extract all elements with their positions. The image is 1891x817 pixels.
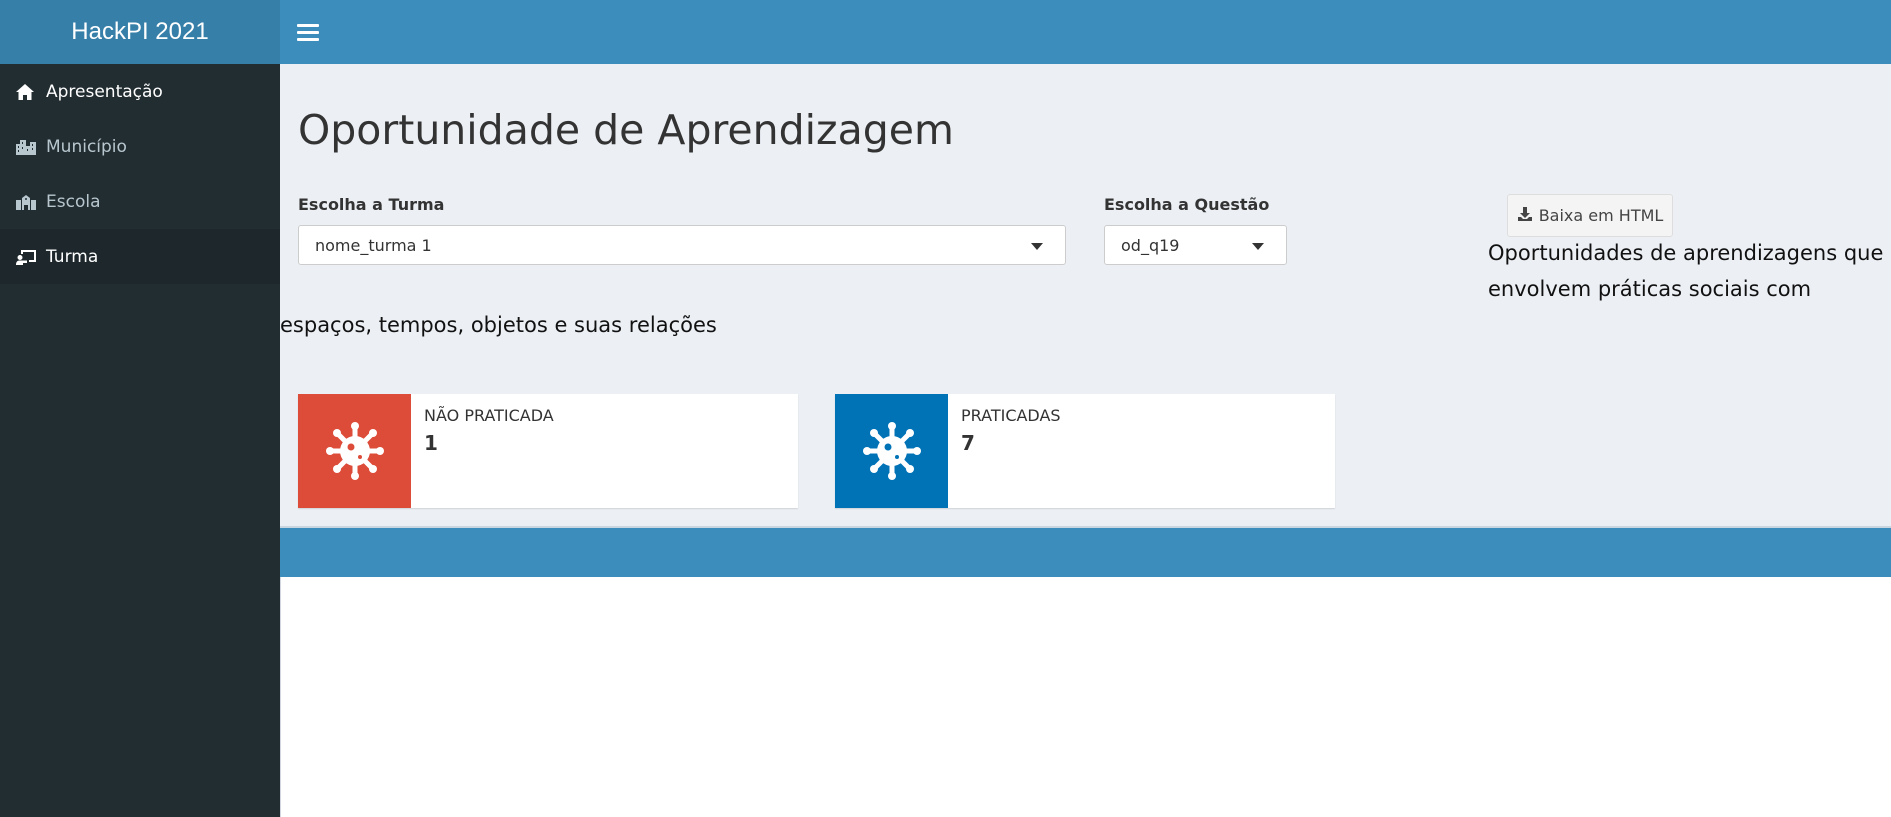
sidebar-item-municipio[interactable]: Município <box>0 119 280 174</box>
infobox-value: 1 <box>424 431 438 455</box>
top-navbar <box>280 0 1891 64</box>
sidebar-item-label: Apresentação <box>46 81 163 102</box>
app-title: HackPI 2021 <box>71 18 209 45</box>
main-content: Oportunidade de Aprendizagem Escolha a T… <box>280 64 1891 817</box>
download-label: Baixa em HTML <box>1538 206 1664 225</box>
virus-icon <box>835 394 948 508</box>
question-text-line-2: envolvem práticas sociais com <box>1488 277 1812 301</box>
output-panel-body <box>280 577 1891 817</box>
sidebar-item-escola[interactable]: Escola <box>0 174 280 229</box>
question-text-line-3: espaços, tempos, objetos e suas relações <box>280 313 717 337</box>
infobox-praticadas: PRATICADAS 7 <box>835 394 1335 508</box>
download-icon <box>1517 206 1533 226</box>
city-icon <box>15 137 37 157</box>
turma-label: Escolha a Turma <box>298 195 445 214</box>
app-logo[interactable]: HackPI 2021 <box>0 0 280 64</box>
sidebar-item-label: Município <box>46 136 127 157</box>
output-panel-header <box>280 526 1891 579</box>
questao-select[interactable]: od_q19 <box>1104 225 1287 265</box>
questao-select-value: od_q19 <box>1121 235 1180 255</box>
question-text-line-1: Oportunidades de aprendizagens que <box>1488 241 1884 265</box>
infobox-value: 7 <box>961 431 975 455</box>
page-title: Oportunidade de Aprendizagem <box>298 106 954 154</box>
infobox-nao-praticada: NÃO PRATICADA 1 <box>298 394 798 508</box>
turma-select[interactable]: nome_turma 1 <box>298 225 1066 265</box>
infobox-label: NÃO PRATICADA <box>424 406 554 425</box>
chevron-down-icon <box>1031 243 1043 250</box>
sidebar-toggle-icon[interactable] <box>297 20 319 44</box>
questao-label: Escolha a Questão <box>1104 195 1270 214</box>
sidebar-item-turma[interactable]: Turma <box>0 229 280 284</box>
sidebar-item-apresentacao[interactable]: Apresentação <box>0 64 280 119</box>
chalkboard-teacher-icon <box>15 247 37 267</box>
sidebar-item-label: Turma <box>46 246 99 267</box>
turma-select-value: nome_turma 1 <box>315 235 432 255</box>
virus-icon <box>298 394 411 508</box>
sidebar-item-label: Escola <box>46 191 101 212</box>
sidebar: Apresentação Município Escola Turma <box>0 64 280 817</box>
school-icon <box>15 192 37 212</box>
chevron-down-icon <box>1252 243 1264 250</box>
download-html-button[interactable]: Baixa em HTML <box>1507 194 1673 237</box>
home-icon <box>15 82 37 102</box>
infobox-label: PRATICADAS <box>961 406 1061 425</box>
